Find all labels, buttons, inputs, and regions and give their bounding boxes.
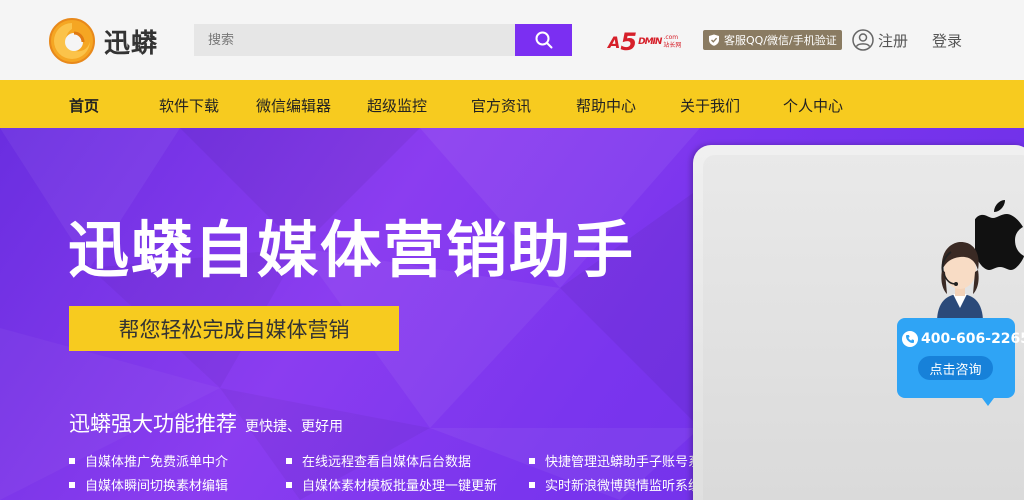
banner-headline: 迅蟒自媒体营销助手: [68, 215, 636, 286]
main-nav: 首页 软件下载 微信编辑器 超级监控 官方资讯 帮助中心 关于我们 个人中心: [0, 80, 1024, 128]
features-heading: 迅蟒强大功能推荐 更快捷、更好用: [69, 408, 343, 438]
feature-item: 自媒体瞬间切换素材编辑: [69, 475, 228, 494]
partner-logo-tag: .com 站长网: [663, 34, 681, 50]
register-link[interactable]: 注册: [852, 29, 908, 51]
feature-item: 自媒体推广免费派单中介: [69, 451, 228, 470]
register-label: 注册: [878, 31, 909, 50]
bullet-icon: [286, 481, 292, 488]
nav-item-official-news[interactable]: 官方资讯: [471, 95, 531, 116]
nav-item-about-us[interactable]: 关于我们: [680, 95, 740, 116]
bullet-icon: [529, 481, 535, 488]
logo-swirl-icon: [49, 18, 95, 64]
top-header: 迅蟒 A 5 DMIN .com 站长网 客服QQ/微信/手机验证: [0, 0, 1024, 80]
nav-item-personal-center[interactable]: 个人中心: [783, 95, 843, 116]
search-icon: [535, 31, 552, 49]
partner-logo-prefix: A: [608, 32, 620, 52]
nav-item-home[interactable]: 首页: [69, 95, 99, 116]
nav-item-super-monitor[interactable]: 超级监控: [367, 95, 427, 116]
feature-label: 自媒体推广免费派单中介: [85, 455, 229, 470]
site-logo[interactable]: 迅蟒: [48, 17, 158, 65]
feature-item: 实时新浪微博舆情监听系统: [529, 475, 701, 494]
verify-text: 客服QQ/微信/手机验证: [724, 34, 837, 47]
search-bar: [194, 24, 572, 56]
logo-text: 迅蟒: [104, 28, 159, 59]
partner-logo-suffix: DMIN: [638, 37, 662, 47]
search-button[interactable]: [515, 24, 572, 56]
consult-button[interactable]: 点击咨询: [918, 356, 993, 380]
partner-logo-tag-bottom: 站长网: [663, 42, 682, 49]
banner-subtitle-box: 帮您轻松完成自媒体营销: [69, 306, 399, 351]
partner-logo-admin5[interactable]: A 5 DMIN .com 站长网: [608, 28, 681, 56]
bullet-icon: [286, 457, 292, 464]
service-phone[interactable]: 400-606-2265: [902, 331, 1024, 347]
support-agent-avatar: [937, 242, 983, 322]
hero-banner: 迅蟒自媒体营销助手 帮您轻松完成自媒体营销 迅蟒强大功能推荐 更快捷、更好用 自媒…: [0, 128, 1024, 500]
customer-service-widget: 400-606-2265 点击咨询: [897, 318, 1024, 398]
features-title: 迅蟒强大功能推荐: [69, 412, 237, 436]
feature-label: 自媒体素材模板批量处理一键更新: [302, 479, 498, 494]
feature-item: 在线远程查看自媒体后台数据: [286, 451, 471, 470]
feature-label: 实时新浪微博舆情监听系统: [545, 479, 702, 494]
partner-logo-tag-top: .com: [663, 34, 679, 41]
bullet-icon: [69, 457, 75, 464]
partner-logo-five: 5: [620, 28, 638, 56]
banner-subtitle: 帮您轻松完成自媒体营销: [118, 317, 350, 342]
phone-icon: [902, 331, 918, 347]
widget-pointer: [982, 398, 994, 406]
user-icon: [852, 29, 874, 51]
nav-item-wechat-editor[interactable]: 微信编辑器: [256, 95, 331, 116]
feature-label: 自媒体瞬间切换素材编辑: [85, 479, 229, 494]
verify-badge[interactable]: 客服QQ/微信/手机验证: [703, 30, 842, 50]
feature-label: 在线远程查看自媒体后台数据: [302, 455, 472, 470]
shield-check-icon: [709, 34, 719, 46]
nav-item-software-download[interactable]: 软件下载: [159, 95, 219, 116]
nav-item-help-center[interactable]: 帮助中心: [576, 95, 636, 116]
bullet-icon: [69, 481, 75, 488]
search-input[interactable]: [194, 24, 515, 56]
feature-item: 自媒体素材模板批量处理一键更新: [286, 475, 497, 494]
bullet-icon: [529, 457, 535, 464]
features-subtitle: 更快捷、更好用: [245, 419, 343, 435]
service-phone-number: 400-606-2265: [921, 331, 1024, 347]
login-link[interactable]: 登录: [932, 30, 962, 51]
